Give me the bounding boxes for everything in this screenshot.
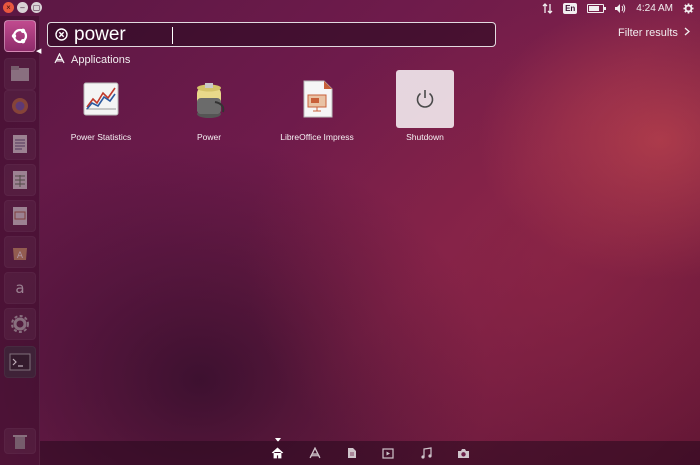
power-icon — [396, 70, 454, 128]
writer-icon[interactable] — [4, 128, 36, 160]
trash-icon[interactable] — [4, 428, 36, 454]
result-shutdown[interactable]: Shutdown — [380, 70, 470, 142]
chevron-right-icon — [684, 27, 690, 39]
search-bar[interactable] — [47, 22, 496, 47]
category-header: Applications — [54, 52, 131, 67]
indicator-area: En 4:24 AM — [542, 2, 700, 14]
gear-icon[interactable] — [683, 2, 694, 14]
files-lens-icon[interactable] — [345, 446, 359, 460]
minimize-button[interactable]: – — [17, 2, 28, 13]
firefox-icon[interactable] — [4, 90, 36, 122]
result-libreoffice-impress[interactable]: LibreOffice Impress — [272, 70, 362, 142]
launcher: A a ◀ — [0, 16, 42, 465]
clock[interactable]: 4:24 AM — [636, 2, 673, 14]
video-lens-icon[interactable] — [381, 446, 395, 460]
filter-results-button[interactable]: Filter results — [618, 27, 690, 39]
battery-icon[interactable] — [587, 2, 607, 14]
home-lens-icon[interactable] — [270, 446, 284, 460]
search-input[interactable] — [74, 23, 474, 46]
lens-bar — [40, 441, 700, 465]
svg-text:A: A — [17, 251, 24, 261]
result-label: Power Statistics — [70, 132, 132, 142]
maximize-button[interactable]: ▢ — [31, 2, 42, 13]
chart-icon — [72, 70, 130, 128]
settings-icon[interactable] — [4, 308, 36, 340]
result-power[interactable]: Power — [164, 70, 254, 142]
svg-text:a: a — [15, 279, 24, 297]
close-button[interactable]: × — [3, 2, 14, 13]
music-lens-icon[interactable] — [419, 446, 433, 460]
software-center-icon[interactable]: A — [4, 236, 36, 268]
impress-icon[interactable] — [4, 200, 36, 232]
keyboard-layout-indicator[interactable]: En — [563, 2, 578, 14]
network-icon[interactable] — [542, 2, 553, 14]
clear-search-icon[interactable] — [54, 28, 68, 42]
result-power-statistics[interactable]: Power Statistics — [56, 70, 146, 142]
applications-category-icon — [54, 52, 65, 67]
result-label: Shutdown — [406, 132, 444, 142]
files-icon[interactable] — [4, 58, 36, 90]
photos-lens-icon[interactable] — [456, 446, 470, 460]
terminal-icon[interactable] — [4, 346, 36, 378]
applications-lens-icon[interactable] — [308, 446, 322, 460]
amazon-icon[interactable]: a — [4, 272, 36, 304]
window-controls: × – ▢ — [3, 2, 42, 13]
calc-icon[interactable] — [4, 164, 36, 196]
active-launcher-arrow: ◀ — [36, 48, 42, 55]
battery-icon — [180, 70, 238, 128]
category-label: Applications — [71, 54, 131, 66]
filter-results-label: Filter results — [618, 27, 678, 39]
top-panel: × – ▢ En 4:24 AM — [0, 0, 700, 16]
dash-home-icon[interactable] — [4, 20, 36, 52]
presentation-icon — [288, 70, 346, 128]
text-caret — [172, 27, 173, 44]
volume-icon[interactable] — [614, 2, 626, 14]
result-label: LibreOffice Impress — [280, 132, 354, 142]
result-label: Power — [196, 132, 222, 142]
